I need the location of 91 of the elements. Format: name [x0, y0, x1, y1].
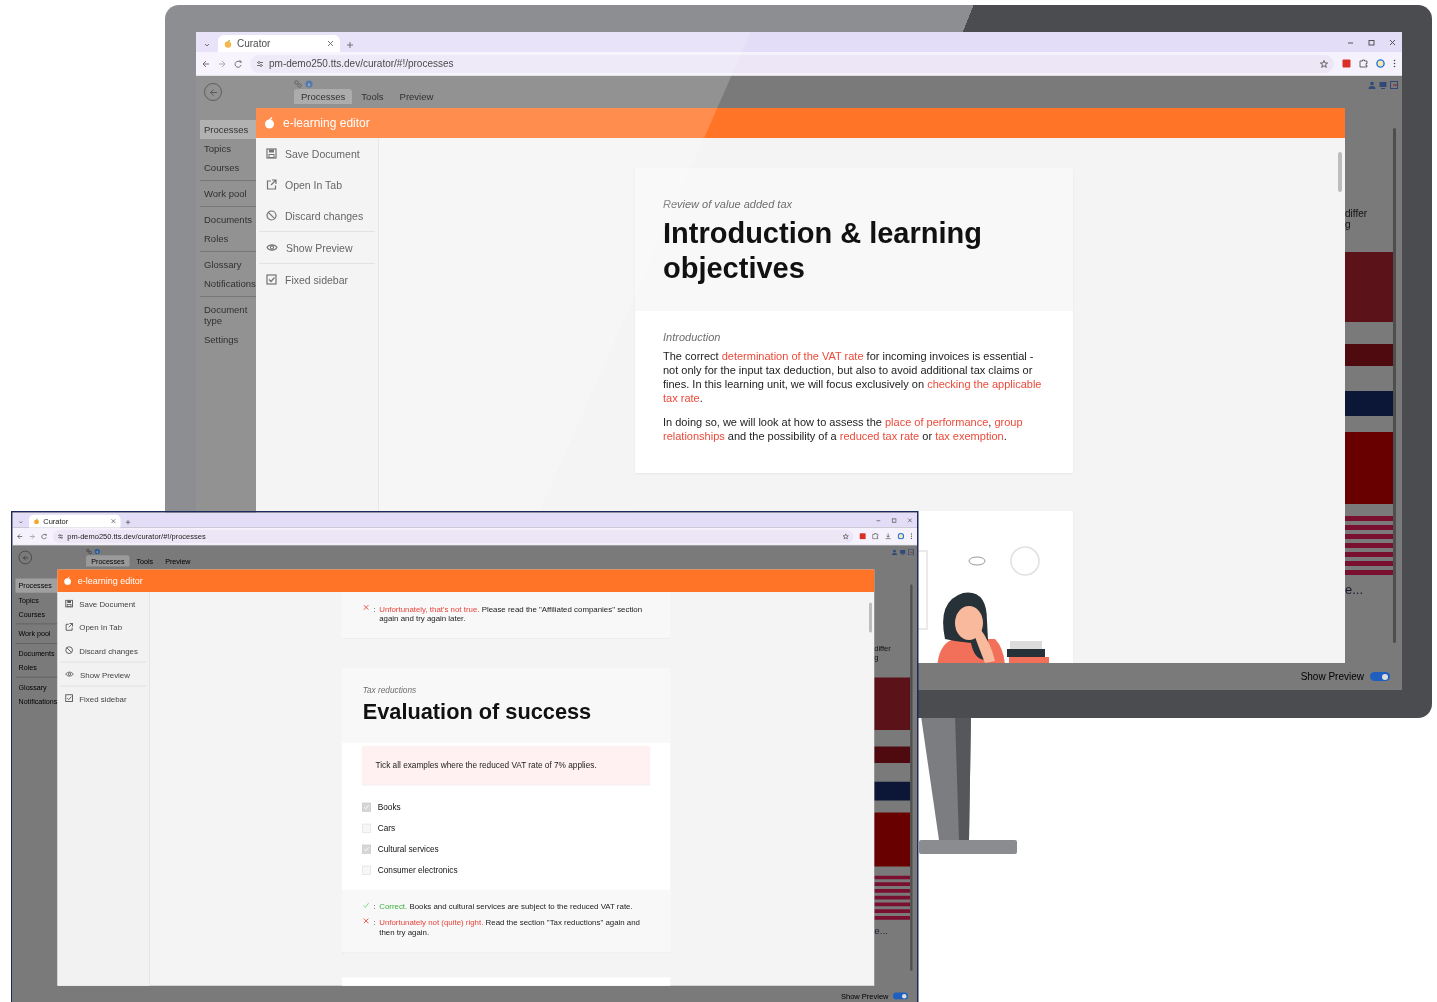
back-arrow-icon: [208, 87, 218, 97]
option-label: Cars: [377, 824, 396, 834]
image-fragment: [1345, 432, 1393, 504]
reload-icon[interactable]: [234, 59, 242, 68]
nav-item[interactable]: Settings: [200, 330, 256, 349]
card-title: Introduction & learning objectives: [663, 216, 983, 287]
panel-text: g: [1345, 219, 1352, 230]
menu-item[interactable]: Fixed sidebar: [256, 264, 378, 295]
option-label: Cultural services: [377, 845, 439, 855]
dialog-title: e-learning editor: [283, 116, 370, 130]
browser-tab[interactable]: Curator: [218, 35, 340, 52]
image-fragment: [874, 781, 911, 801]
app-tab[interactable]: Preview: [392, 89, 441, 104]
app-tab[interactable]: Processes: [294, 89, 353, 104]
external-link-icon: [266, 179, 277, 190]
menu-item[interactable]: Show Preview: [256, 232, 378, 263]
nav-item[interactable]: Documents: [200, 210, 256, 229]
info-icon[interactable]: [94, 548, 101, 555]
nav-item[interactable]: Glossary: [200, 255, 256, 274]
checked-checkbox-icon[interactable]: [266, 274, 277, 285]
lemon-icon: [33, 518, 40, 525]
link-icon[interactable]: [294, 80, 302, 88]
striped-image-fragment: [874, 875, 911, 921]
monitor-icon[interactable]: [899, 549, 906, 556]
profile-icon[interactable]: [897, 532, 905, 540]
card-subtitle: Review of value added tax: [663, 198, 794, 210]
image-fragment: [874, 746, 911, 763]
nav-item[interactable]: Document type: [200, 300, 256, 330]
close-icon[interactable]: [327, 40, 334, 47]
menu-item[interactable]: Discard changes: [256, 200, 378, 231]
image-fragment: [874, 677, 911, 730]
card-subtitle: Tax reductions: [362, 685, 418, 694]
checkbox[interactable]: [362, 866, 371, 876]
body-paragraph: In doing so, we will look at how to assess the place of performance, group relationships and the possibility of a reduced tax rate or tax exemption.: [663, 414, 1024, 443]
panel-text: differ: [1345, 208, 1369, 219]
scrollbar[interactable]: [1393, 128, 1396, 643]
restore-icon[interactable]: [1368, 38, 1375, 46]
nav-item[interactable]: Work pool: [200, 184, 256, 203]
menu-item[interactable]: Save Document: [256, 138, 378, 169]
star-icon[interactable]: [1320, 59, 1328, 68]
address-bar[interactable]: pm-demo250.tts.dev/curator/#!/processes: [250, 54, 1334, 73]
lemon-icon: [224, 39, 232, 48]
image-fragment: [1345, 391, 1393, 416]
extension-icon[interactable]: [859, 532, 866, 540]
user-icon[interactable]: [891, 549, 898, 556]
exit-icon[interactable]: [1390, 81, 1398, 89]
more-icon[interactable]: [910, 532, 913, 540]
site-settings-icon: [256, 59, 264, 68]
nav-item[interactable]: Topics: [200, 139, 256, 158]
option-label: Books: [377, 803, 401, 813]
body-paragraph: The correct determination of the VAT rate for incoming invoices is essential - not only for the input tax deduction, but also to avoid additional tax claims or fines. In this learning unit, we will focus exclusively on checking the applicable tax rate.: [663, 348, 1043, 405]
toggle-switch[interactable]: [893, 992, 908, 1000]
toggle-switch[interactable]: [1370, 672, 1390, 681]
forward-arrow-icon[interactable]: [218, 59, 226, 68]
checkbox[interactable]: [362, 824, 371, 834]
striped-image-fragment: [1345, 516, 1393, 576]
dialog-title: e-learning editor: [77, 575, 143, 586]
back-arrow-icon[interactable]: [202, 59, 210, 68]
scrollbar[interactable]: [910, 584, 913, 971]
info-icon[interactable]: [305, 80, 313, 88]
close-icon[interactable]: [110, 518, 116, 524]
question-box: Tick all examples where the reduced VAT rate of 7% applies.: [362, 746, 650, 786]
checkbox[interactable]: [362, 845, 371, 855]
profile-icon[interactable]: [1376, 59, 1385, 68]
panel-text: e...: [1345, 584, 1365, 595]
card-title: Evaluation of success: [362, 698, 593, 726]
apple-icon: [63, 576, 72, 586]
nav-item[interactable]: Roles: [200, 229, 256, 248]
puzzle-icon[interactable]: [1359, 59, 1368, 68]
save-icon: [266, 148, 277, 159]
app-tab[interactable]: Tools: [354, 89, 391, 104]
toggle-label: Show Preview: [1300, 671, 1364, 682]
menu-item[interactable]: Open In Tab: [256, 169, 378, 200]
image-fragment: [874, 812, 911, 867]
nav-item[interactable]: Notifications: [200, 274, 256, 293]
nav-item[interactable]: Courses: [200, 158, 256, 177]
panel-text: e...: [874, 926, 889, 935]
block-icon: [266, 210, 277, 221]
image-fragment: [1345, 252, 1393, 322]
option-label: Consumer electronics: [377, 866, 458, 876]
nav-item[interactable]: Processes: [200, 120, 256, 139]
extension-icon[interactable]: [1342, 59, 1351, 68]
star-icon[interactable]: [842, 533, 849, 540]
close-icon[interactable]: [1389, 38, 1396, 46]
eye-icon: [266, 243, 278, 252]
checkbox[interactable]: [362, 803, 371, 813]
image-fragment: [1345, 344, 1393, 366]
monitor-icon[interactable]: [1379, 81, 1387, 89]
user-icon[interactable]: [1368, 81, 1376, 89]
section-label: Introduction: [663, 330, 722, 343]
apple-icon: [264, 117, 275, 129]
